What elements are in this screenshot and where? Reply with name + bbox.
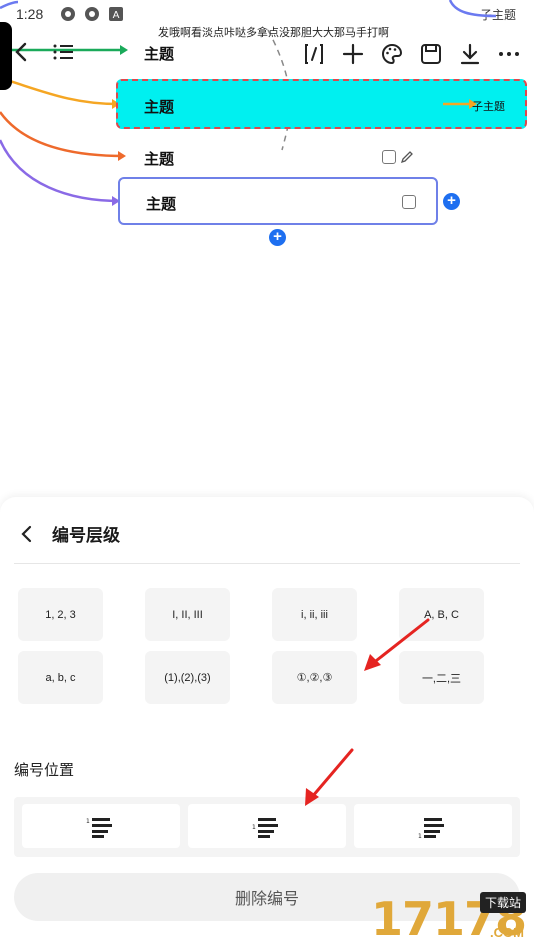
number-option-alpha-upper[interactable]: A, B, C [399,588,484,641]
note-icon[interactable] [382,150,396,164]
number-option-roman-lower[interactable]: i, ii, iii [272,588,357,641]
branch-red-arrow [118,151,126,161]
branch-green-arrow [120,45,128,55]
numbering-sheet: 编号层级 1, 2, 3 I, II, III i, ii, iii A, B,… [0,497,534,950]
align-number-bottom-icon: 1 [418,818,444,838]
outline-list-icon[interactable] [52,41,74,63]
add-button[interactable] [339,40,367,68]
format-brush-button[interactable] [300,40,328,68]
sheet-back-icon[interactable] [16,523,38,545]
branch-red [0,111,125,158]
topbar-left [10,40,74,64]
mindmap-canvas[interactable]: 发哦啊看淡点咔哒多拿点没那胆大大那马手打啊 主题 主题 子主题 主题 主题 + … [0,0,534,500]
divider [14,563,520,564]
svg-text:1: 1 [418,833,422,838]
watermark-logo: 17178 下载站 .COM [371,892,527,946]
sheet-header: 编号层级 [16,521,120,546]
branch-top-right [448,0,497,18]
save-icon [421,44,441,64]
watermark-tag: 下载站 [479,892,526,913]
save-button[interactable] [417,40,445,68]
more-icon [499,52,519,56]
align-number-left-icon: 1 [86,818,112,838]
back-icon[interactable] [10,40,34,64]
mindmap-node-editing[interactable]: 主题 [118,177,438,225]
position-option-bottom[interactable]: 1 [354,804,512,848]
mindmap-node-selected[interactable]: 主题 子主题 [116,79,527,129]
position-option-left[interactable]: 1 [22,804,180,848]
download-icon [460,43,480,65]
toolbar [300,40,534,68]
node-label: 主题 [146,196,177,213]
sheet-title: 编号层级 [52,526,120,545]
branch-top-left [0,0,19,10]
position-option-center[interactable]: 1 [188,804,346,848]
mindmap-connectors [0,0,497,206]
mindmap-node[interactable]: 主题 [144,43,174,64]
add-child-icon[interactable]: + [269,229,286,246]
number-option-roman-upper[interactable]: I, II, III [145,588,230,641]
more-button[interactable] [495,40,523,68]
download-button[interactable] [456,40,484,68]
number-option-alpha-lower[interactable]: a, b, c [18,651,103,704]
mindmap-node[interactable]: 主题 [144,148,174,169]
svg-text:1: 1 [86,818,90,825]
format-brush-icon [305,44,323,64]
align-number-center-icon: 1 [252,818,278,838]
comment-icon[interactable] [402,195,416,209]
number-option-parenthesized[interactable]: (1),(2),(3) [145,651,230,704]
position-selector: 1 1 1 [14,797,520,857]
add-sibling-icon[interactable]: + [443,193,460,210]
palette-button[interactable] [378,40,406,68]
subtopic-label[interactable]: 子主题 [472,98,505,114]
node-label: 主题 [144,99,175,116]
edit-pencil-icon[interactable] [400,150,414,164]
position-label: 编号位置 [14,762,75,779]
watermark-suffix: .COM [490,925,524,940]
number-option-chinese[interactable]: 一,二,三 [399,651,484,704]
svg-text:1: 1 [252,824,256,831]
branch-orange [0,76,119,106]
number-option-circled[interactable]: ①,②,③ [272,651,357,704]
banner-text: 发哦啊看淡点咔哒多拿点没那胆大大那马手打啊 [158,27,389,39]
add-icon [342,43,364,65]
number-option-arabic[interactable]: 1, 2, 3 [18,588,103,641]
palette-icon [382,43,403,65]
